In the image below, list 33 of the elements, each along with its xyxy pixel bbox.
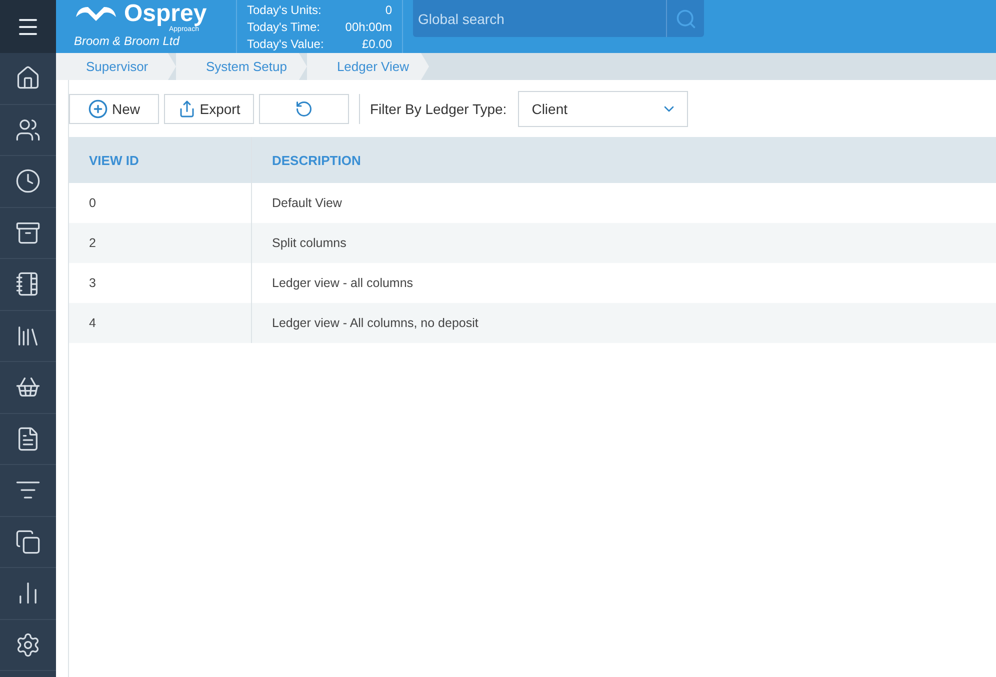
table-cell-text: Default View	[271, 195, 343, 212]
stat-value: £0.00	[360, 36, 392, 52]
breadcrumb-link[interactable]: System Setup	[176, 53, 307, 80]
company-name: Broom & Broom Ltd	[74, 34, 181, 48]
table-cell-text: Split columns	[271, 235, 348, 252]
settings-icon[interactable]	[15, 632, 41, 658]
export-icon	[178, 100, 196, 118]
new-button[interactable]: New	[69, 94, 159, 124]
table-cell: 4	[69, 303, 252, 343]
stat-value: 0	[384, 2, 392, 18]
people-icon[interactable]	[15, 116, 41, 143]
stat-label: Today's Value:	[247, 36, 325, 52]
stat-label: Today's Time:	[247, 19, 321, 35]
clock-icon[interactable]	[15, 168, 41, 194]
copy-icon[interactable]	[15, 528, 41, 555]
breadcrumb-link[interactable]: Ledger View	[306, 53, 429, 80]
refresh-icon	[295, 100, 313, 118]
home-icon[interactable]	[15, 65, 41, 92]
box-icon[interactable]	[15, 220, 41, 246]
search-icon	[674, 8, 696, 30]
breadcrumb-link[interactable]: Supervisor	[56, 53, 176, 80]
add-icon	[88, 98, 108, 118]
table-cell-text: Ledger view - All columns, no deposit	[271, 315, 480, 332]
column-header[interactable]: DESCRIPTION	[252, 137, 996, 183]
export-button[interactable]: Export	[164, 94, 254, 124]
stat-value: 00h:00m	[344, 19, 392, 35]
table-cell-text: Ledger view - all columns	[271, 275, 414, 292]
ledger-type-select[interactable]: Client	[518, 90, 688, 126]
logo: Osprey	[74, 2, 236, 26]
stat-label: Today's Units:	[247, 2, 322, 18]
filter-label: Filter By Ledger Type:	[370, 100, 507, 116]
global-search-field[interactable]: Global search	[413, 0, 666, 37]
refresh-button[interactable]	[259, 94, 349, 124]
